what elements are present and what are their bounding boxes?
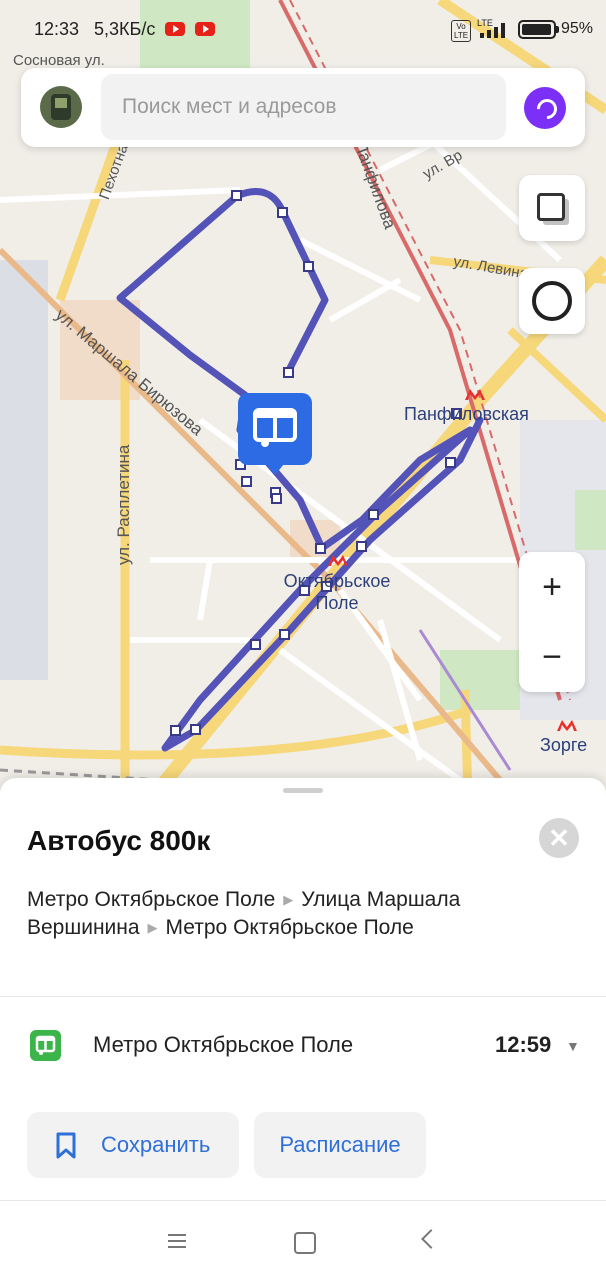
zoom-in-button[interactable]: + [519, 552, 585, 622]
divider [0, 996, 606, 997]
close-button[interactable]: ✕ [539, 818, 579, 858]
search-input[interactable]: Поиск мест и адресов [101, 74, 506, 140]
arrow-right-icon: ▶ [147, 920, 158, 935]
route-stop: Метро Октябрьское Поле [165, 916, 414, 939]
metro-label-zorge: Зорге [540, 735, 588, 755]
zoom-out-button[interactable]: − [519, 622, 585, 692]
menu-icon[interactable] [160, 1223, 196, 1259]
youtube-icon [195, 22, 215, 36]
save-button-label: Сохранить [101, 1132, 211, 1157]
layers-button[interactable] [519, 175, 585, 241]
route-description: Метро Октябрьское Поле ▶ Улица Маршала Вер… [27, 886, 547, 942]
bus-stop-pin[interactable] [238, 393, 312, 475]
compass-button[interactable] [519, 268, 585, 334]
next-stop-time: 12:59 [495, 1032, 552, 1057]
home-icon[interactable] [285, 1223, 321, 1259]
battery-percent: 95% [561, 20, 594, 37]
street-label: ул. Расплетина [114, 444, 133, 565]
bus-icon [253, 408, 297, 447]
clock: 12:33 [34, 19, 80, 39]
zoom-control: + − [519, 552, 585, 692]
youtube-icon [165, 22, 185, 36]
chevron-down-icon[interactable]: ▼ [566, 1038, 580, 1054]
signal-icon [478, 22, 510, 38]
schedule-button[interactable]: Расписание [254, 1112, 426, 1178]
volte-icon: Vo LTE [451, 20, 471, 42]
back-icon[interactable] [412, 1223, 448, 1259]
alice-icon[interactable] [524, 87, 566, 129]
metro-label-oktyabrskoe-pole: Октябрьское Поле [283, 571, 391, 613]
bus-icon [30, 1030, 61, 1061]
sheet-handle[interactable] [283, 788, 323, 793]
page-title: Автобус 800к [27, 825, 211, 856]
next-stop-name: Метро Октябрьское Поле [93, 1032, 354, 1057]
system-nav-bar [0, 1200, 606, 1280]
avatar[interactable] [40, 86, 82, 128]
status-bar: 12:33 5,3КБ/с Vo LTE LTE 95% [0, 0, 606, 60]
route-sheet: Автобус 800к ✕ Метро Октябрьское Поле ▶ Ул… [0, 778, 606, 1202]
battery-icon [518, 20, 559, 39]
compass-icon [532, 281, 572, 321]
bookmark-icon [56, 1132, 76, 1159]
route-stop: Метро Октябрьское Поле [27, 888, 276, 911]
search-bar: Поиск мест и адресов [21, 68, 585, 147]
arrow-right-icon: ▶ [283, 892, 294, 907]
network-speed: 5,3КБ/с [94, 19, 156, 39]
metro-label-panfilovskaya: Панфиловская [404, 404, 529, 424]
save-button[interactable]: Сохранить [27, 1112, 239, 1178]
